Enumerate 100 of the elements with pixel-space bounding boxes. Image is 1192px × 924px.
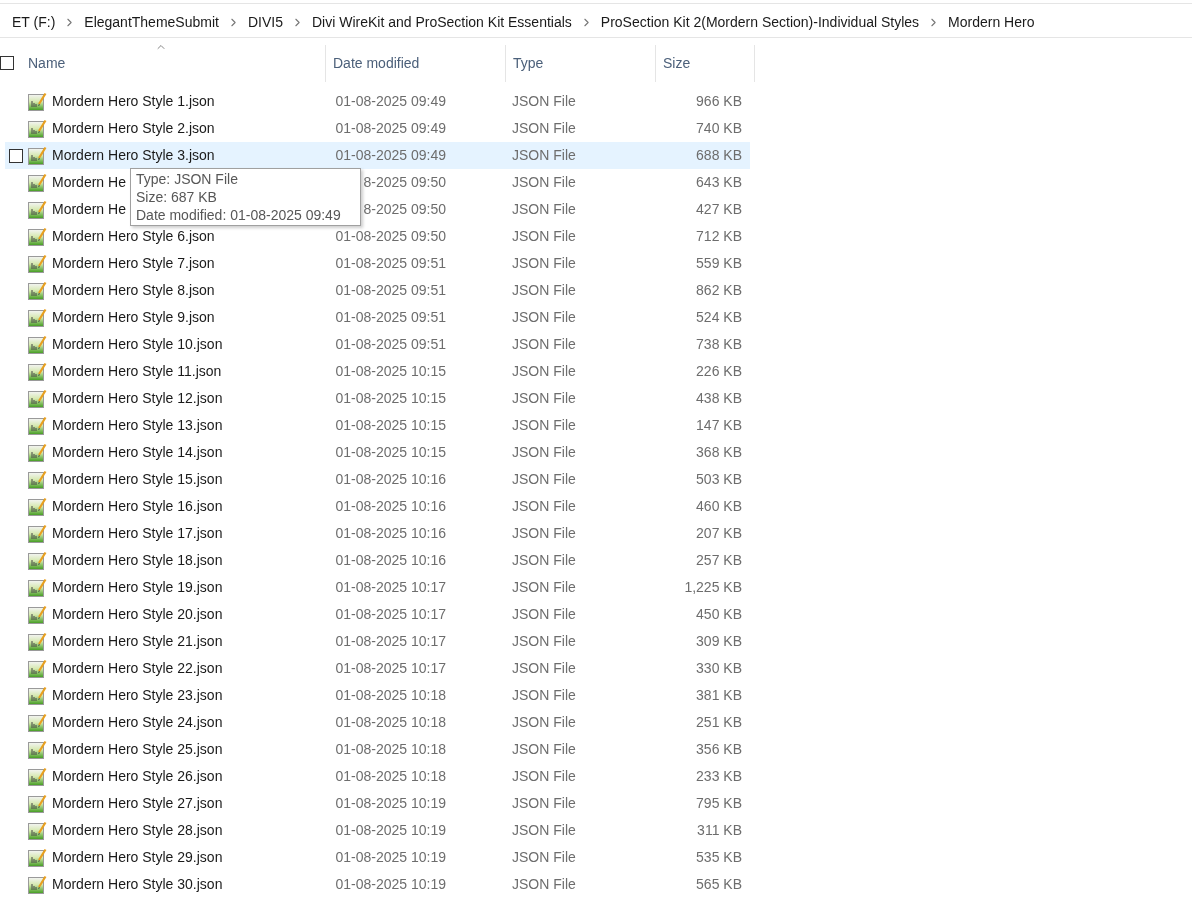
file-name: Mordern Hero Style 16.json xyxy=(52,497,223,516)
type-cell-text: JSON File xyxy=(512,443,577,462)
row-checkbox[interactable] xyxy=(9,148,23,163)
size-cell-text: 503 KB xyxy=(695,470,742,489)
column-header[interactable]: Size xyxy=(663,53,691,74)
type-cell-text: JSON File xyxy=(512,335,577,354)
size-cell-text: 688 KB xyxy=(695,146,742,165)
date-cell-text: 01-08-2025 10:17 xyxy=(334,659,446,678)
json-file-icon xyxy=(27,739,47,760)
type-cell-text: JSON File xyxy=(512,605,577,624)
json-file-icon xyxy=(27,91,47,112)
tooltip-line: Size: 687 KB xyxy=(136,188,218,206)
date-cell-text: 01-08-2025 10:17 xyxy=(334,605,446,624)
json-file-icon xyxy=(27,820,47,841)
type-cell-text: JSON File xyxy=(512,146,577,165)
file-name: Mordern Hero Style 9.json xyxy=(52,308,215,327)
breadcrumb-item[interactable]: DIVI5 xyxy=(245,12,285,33)
size-cell-text: 427 KB xyxy=(695,200,742,219)
date-cell-text: 01-08-2025 10:17 xyxy=(334,632,446,651)
size-cell-text: 1,225 KB xyxy=(683,578,742,597)
size-cell-text: 795 KB xyxy=(695,794,742,813)
type-cell-text: JSON File xyxy=(512,821,577,840)
json-file-icon xyxy=(27,361,47,382)
size-cell-text: 233 KB xyxy=(695,767,742,786)
breadcrumb-item[interactable]: ET (F:) xyxy=(10,12,58,33)
json-file-icon xyxy=(27,847,47,868)
json-file-icon xyxy=(27,199,47,220)
file-name: Mordern He xyxy=(52,200,126,219)
json-file-icon xyxy=(27,469,47,490)
file-name: Mordern Hero Style 12.json xyxy=(52,389,223,408)
size-cell-text: 712 KB xyxy=(695,227,742,246)
date-cell-text: 01-08-2025 09:49 xyxy=(334,146,446,165)
json-file-icon xyxy=(27,118,47,139)
json-file-icon xyxy=(27,226,47,247)
breadcrumb-item[interactable]: Mordern Hero xyxy=(946,12,1037,33)
file-name: Mordern Hero Style 18.json xyxy=(52,551,223,570)
size-cell-text: 309 KB xyxy=(695,632,742,651)
breadcrumb-item[interactable]: ProSection Kit 2(Mordern Section)-Individual Styles xyxy=(598,12,922,33)
select-all-checkbox[interactable] xyxy=(0,56,14,70)
tooltip-line: Type: JSON File xyxy=(136,170,239,188)
size-cell-text: 356 KB xyxy=(695,740,742,759)
file-name: Mordern Hero Style 22.json xyxy=(52,659,223,678)
size-cell-text: 966 KB xyxy=(695,92,742,111)
date-cell-text: 01-08-2025 10:16 xyxy=(334,470,446,489)
type-cell-text: JSON File xyxy=(512,497,577,516)
type-cell-text: JSON File xyxy=(512,254,577,273)
file-name: Mordern Hero Style 21.json xyxy=(52,632,223,651)
type-cell-text: JSON File xyxy=(512,794,577,813)
size-cell-text: 381 KB xyxy=(695,686,742,705)
date-cell-text: 01-08-2025 10:18 xyxy=(334,740,446,759)
type-cell-text: JSON File xyxy=(512,362,577,381)
file-name: Mordern Hero Style 25.json xyxy=(52,740,223,759)
type-cell-text: JSON File xyxy=(512,173,577,192)
date-cell-text: 01-08-2025 10:15 xyxy=(334,443,446,462)
json-file-icon xyxy=(27,685,47,706)
size-cell-text: 535 KB xyxy=(695,848,742,867)
date-cell-text: 01-08-2025 10:19 xyxy=(334,794,446,813)
selected-file-row[interactable]: Mordern Hero Style 3.json 01-08-2025 09:49 JSON File 688 KB xyxy=(5,142,750,169)
date-cell-text: 01-08-2025 09:51 xyxy=(334,308,446,327)
json-file-icon xyxy=(27,766,47,787)
file-name: Mordern Hero Style 10.json xyxy=(52,335,223,354)
json-file-icon xyxy=(27,874,47,895)
json-file-icon xyxy=(27,523,47,544)
file-name: Mordern Hero Style 7.json xyxy=(52,254,215,273)
json-file-icon xyxy=(27,604,47,625)
date-cell-text: 01-08-2025 10:15 xyxy=(334,416,446,435)
date-cell-text: 01-08-2025 10:19 xyxy=(334,848,446,867)
date-cell-text: 01-08-2025 10:17 xyxy=(334,578,446,597)
column-header[interactable]: Name xyxy=(28,53,66,74)
column-header[interactable]: Date modified xyxy=(333,53,420,74)
json-file-icon xyxy=(27,145,47,166)
date-cell-text: 01-08-2025 09:50 xyxy=(334,227,446,246)
type-cell-text: JSON File xyxy=(512,767,577,786)
date-cell-text: 01-08-2025 09:51 xyxy=(334,254,446,273)
type-cell-text: JSON File xyxy=(512,92,577,111)
file-name: Mordern Hero Style 2.json xyxy=(52,119,215,138)
breadcrumb-item[interactable]: Divi WireKit and ProSection Kit Essentials xyxy=(309,12,574,33)
size-cell-text: 643 KB xyxy=(695,173,742,192)
json-file-icon xyxy=(27,307,47,328)
size-cell-text: 226 KB xyxy=(695,362,742,381)
json-file-icon xyxy=(27,658,47,679)
column-header[interactable]: Type xyxy=(513,53,544,74)
size-cell-text: 565 KB xyxy=(695,875,742,894)
file-name: Mordern Hero Style 26.json xyxy=(52,767,223,786)
size-cell-text: 460 KB xyxy=(695,497,742,516)
type-cell-text: JSON File xyxy=(512,308,577,327)
size-cell-text: 740 KB xyxy=(695,119,742,138)
json-file-icon xyxy=(27,415,47,436)
size-cell-text: 368 KB xyxy=(695,443,742,462)
type-cell-text: JSON File xyxy=(512,389,577,408)
file-name: Mordern Hero Style 24.json xyxy=(52,713,223,732)
date-cell-text: 01-08-2025 10:16 xyxy=(334,524,446,543)
type-cell-text: JSON File xyxy=(512,686,577,705)
file-name: Mordern Hero Style 8.json xyxy=(52,281,215,300)
breadcrumb-item[interactable]: ElegantThemeSubmit xyxy=(82,12,221,33)
date-cell-text: 01-08-2025 09:51 xyxy=(334,335,446,354)
json-file-icon xyxy=(27,793,47,814)
date-cell-text: 01-08-2025 10:18 xyxy=(334,686,446,705)
file-name: Mordern Hero Style 17.json xyxy=(52,524,223,543)
json-file-icon xyxy=(27,388,47,409)
